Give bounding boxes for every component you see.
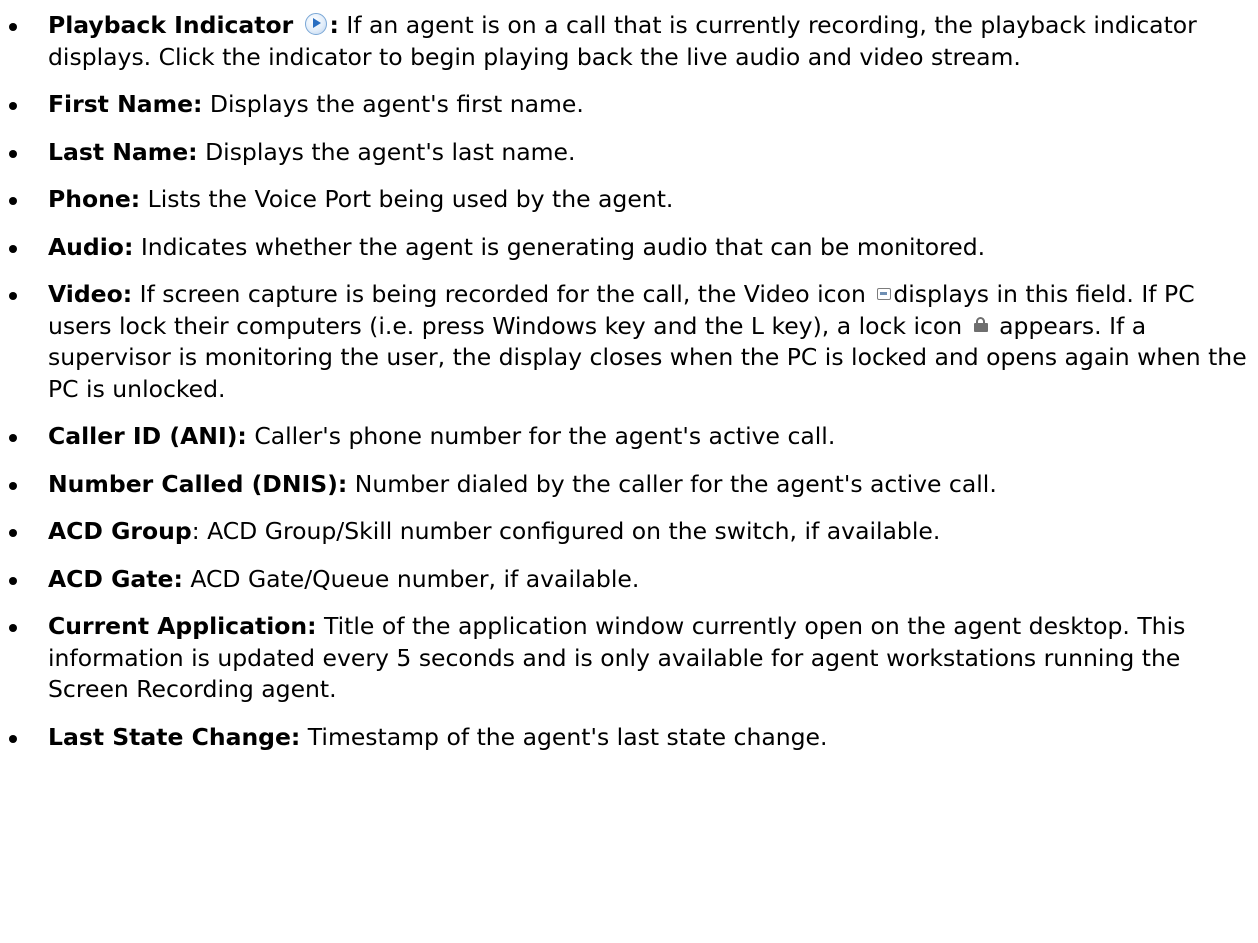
document-page: Playback Indicator : If an agent is on a… (0, 0, 1258, 943)
term-playback-indicator: Playback Indicator : (48, 11, 339, 39)
list-item-number-called: Number Called (DNIS): Number dialed by t… (0, 469, 1258, 501)
description-video-part-1: If screen capture is being recorded for … (132, 280, 874, 308)
bullet-icon (9, 481, 17, 490)
description-phone: Lists the Voice Port being used by the a… (140, 185, 674, 213)
bullet-icon (9, 23, 17, 31)
description-acd-group: : ACD Group/Skill number configured on t… (191, 517, 941, 545)
description-last-state-change: Timestamp of the agent's last state chan… (300, 722, 828, 751)
bullet-icon (9, 244, 17, 253)
list-item-audio: Audio: Indicates whether the agent is ge… (0, 232, 1258, 264)
term-current-application: Current Application: (48, 612, 317, 640)
bullet-icon (9, 197, 17, 205)
list-item-acd-gate: ACD Gate: ACD Gate/Queue number, if avai… (0, 564, 1258, 596)
list-item-acd-group: ACD Group: ACD Group/Skill number config… (0, 516, 1258, 548)
description-number-called: Number dialed by the caller for the agen… (347, 469, 997, 498)
description-audio: Indicates whether the agent is generatin… (133, 232, 986, 261)
description-caller-id: Caller's phone number for the agent's ac… (246, 422, 836, 450)
bullet-icon (9, 434, 17, 442)
term-first-name: First Name: (48, 90, 203, 118)
term-acd-gate: ACD Gate: (48, 564, 183, 593)
term-audio: Audio: (48, 232, 134, 261)
bullet-icon (9, 576, 17, 585)
description-first-name: Displays the agent's first name. (202, 90, 584, 118)
lock-icon (973, 316, 988, 332)
term-phone: Phone: (48, 185, 141, 213)
list-item-video: Video: If screen capture is being record… (0, 279, 1258, 405)
term-last-state-change: Last State Change: (48, 722, 301, 751)
bullet-icon (9, 292, 17, 300)
bullet-icon (9, 102, 17, 110)
term-last-name: Last Name: (48, 137, 198, 166)
play-circle-icon (305, 12, 328, 35)
list-item-phone: Phone: Lists the Voice Port being used b… (0, 184, 1258, 216)
list-item-first-name: First Name: Displays the agent's first n… (0, 89, 1258, 121)
term-acd-group: ACD Group (48, 517, 192, 545)
term-colon: : (329, 11, 339, 39)
bullet-icon (9, 734, 17, 743)
description-last-name: Displays the agent's last name. (197, 137, 576, 166)
field-definitions-list: Playback Indicator : If an agent is on a… (0, 0, 1258, 753)
list-item-last-name: Last Name: Displays the agent's last nam… (0, 137, 1258, 169)
bullet-icon (9, 149, 17, 158)
term-number-called: Number Called (DNIS): (48, 469, 348, 498)
bullet-icon (9, 624, 17, 632)
term-label: Playback Indicator (48, 11, 302, 39)
term-caller-id: Caller ID (ANI): (48, 422, 247, 450)
description-acd-gate: ACD Gate/Queue number, if available. (182, 564, 640, 593)
term-video: Video: (48, 280, 133, 308)
list-item-last-state-change: Last State Change: Timestamp of the agen… (0, 722, 1258, 754)
list-item-current-application: Current Application: Title of the applic… (0, 611, 1258, 706)
video-icon (877, 287, 892, 300)
list-item-playback-indicator: Playback Indicator : If an agent is on a… (0, 10, 1258, 73)
list-item-caller-id: Caller ID (ANI): Caller's phone number f… (0, 421, 1258, 453)
bullet-icon (9, 529, 17, 537)
